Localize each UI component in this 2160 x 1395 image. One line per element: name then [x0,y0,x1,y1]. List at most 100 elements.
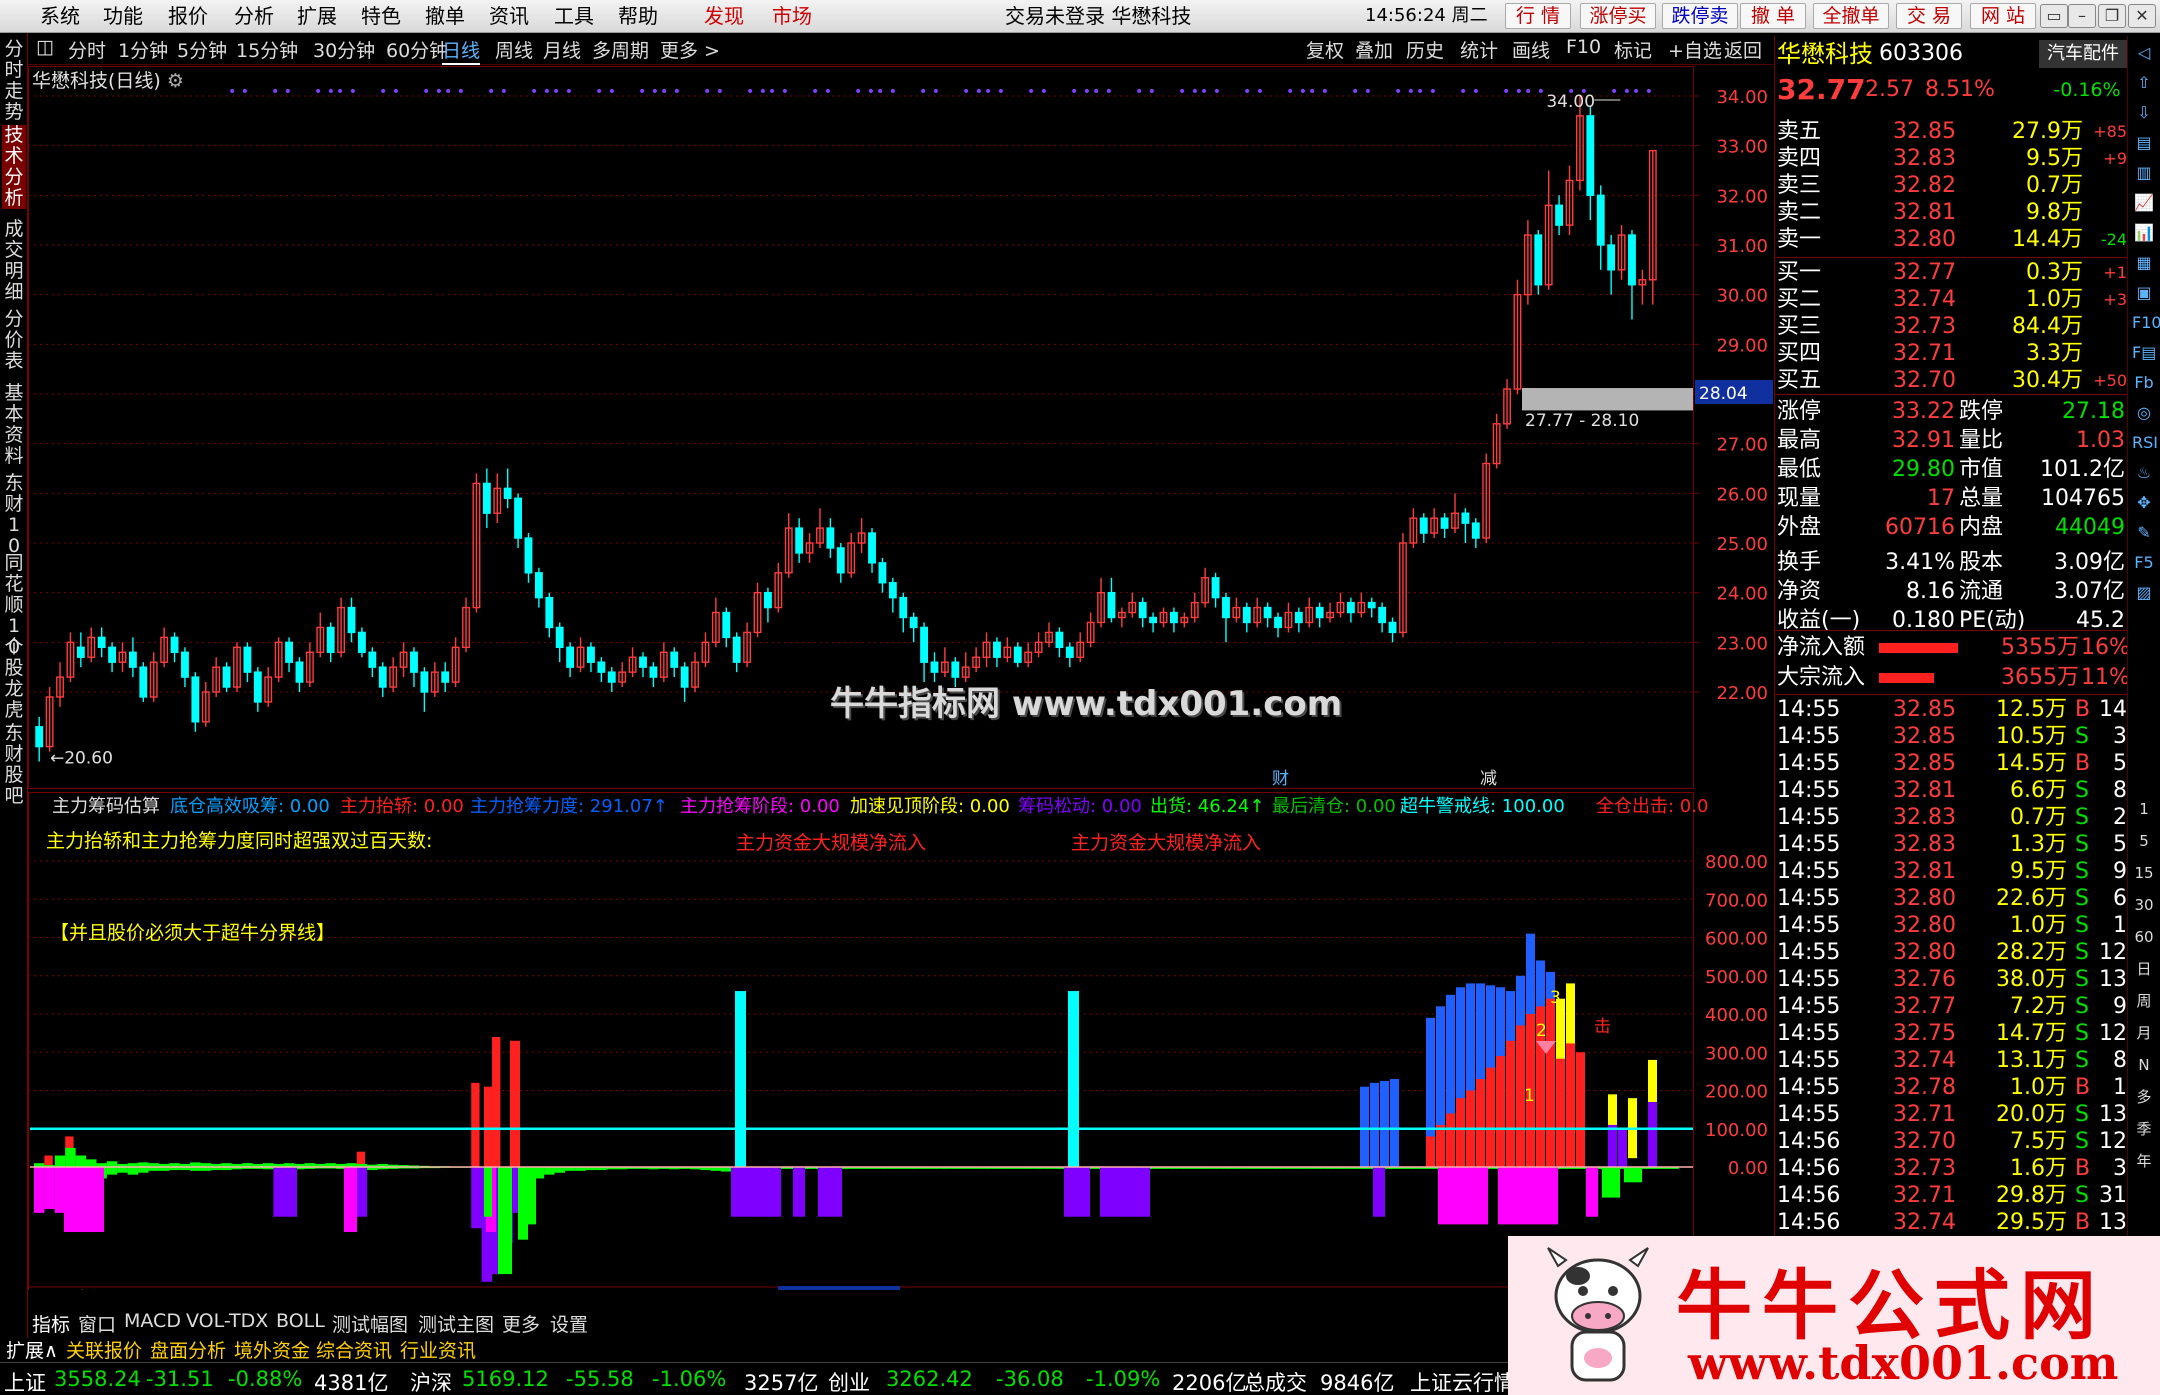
indicator-tab-7[interactable]: 更多 [502,1310,540,1337]
status-item-15[interactable]: 总成交 [1244,1367,1307,1395]
tool-2[interactable]: 历史 [1406,36,1444,63]
tool-8[interactable]: 返回 [1724,36,1762,63]
left-tab-0[interactable]: 分时走势 [2,39,26,123]
side-tool-icon-6[interactable]: 📊 [2132,222,2156,244]
side-tool-icon-2[interactable]: ⇩ [2132,102,2156,124]
period-tab-6[interactable]: 日线 [442,36,481,65]
menu-item-9[interactable]: 帮助 [618,3,658,29]
side-tool-icon-16[interactable]: ✎ [2132,522,2156,544]
side-tool-icon-5[interactable]: 📈 [2132,192,2156,214]
ask-row-0[interactable]: 卖五 32.85 27.9万 +85 [1775,118,2128,146]
restore-icon[interactable]: ❐ [2098,4,2126,28]
side-tool-icon-8[interactable]: ▣ [2132,282,2156,304]
bid-row-2[interactable]: 买三 32.73 84.4万 [1775,313,2128,341]
period-tab-5[interactable]: 60分钟 [386,36,448,63]
settings-icon[interactable]: ⚙ [167,70,184,92]
period-tab-8[interactable]: 月线 [543,36,581,63]
menu-item-0[interactable]: 系统 [40,3,80,29]
banner-ad[interactable]: 牛牛公式网 www.tdx001.com [1508,1236,2160,1395]
menu-item-1[interactable]: 功能 [103,3,143,29]
extension-tab-1[interactable]: 关联报价 [66,1336,142,1363]
indicator-tab-5[interactable]: 测试幅图 [332,1310,408,1337]
side-tool-icon-7[interactable]: ▦ [2132,252,2156,274]
left-tab-8[interactable]: 东财股吧 [2,723,26,807]
side-tool-icon-28[interactable]: 多 [2132,1086,2156,1108]
tool-0[interactable]: 复权 [1306,36,1344,63]
quick-button-1[interactable]: 涨停买 [1580,3,1656,29]
side-tool-icon-0[interactable]: ◁ [2132,42,2156,64]
indicator-tab-1[interactable]: 窗口 [78,1310,116,1337]
status-item-0[interactable]: 上证 [4,1367,46,1395]
menu-item-7[interactable]: 资讯 [489,3,529,29]
indicator-tab-8[interactable]: 设置 [550,1310,588,1337]
left-tab-5[interactable]: 东财10 [2,473,26,557]
menu-item-2[interactable]: 报价 [168,3,208,29]
side-tool-icon-19[interactable]: 1 [2132,798,2156,820]
left-tab-1[interactable]: 技术分析 [2,125,26,209]
side-tool-icon-29[interactable]: 季 [2132,1118,2156,1140]
minimize-icon[interactable]: – [2068,4,2096,28]
side-tool-icon-21[interactable]: 15 [2132,862,2156,884]
extension-tab-0[interactable]: 扩展∧ [6,1336,58,1363]
quick-button-3[interactable]: 撤 单 [1740,3,1806,29]
side-tool-icon-22[interactable]: 30 [2132,894,2156,916]
left-tab-4[interactable]: 基本资料 [2,383,26,467]
side-tool-icon-9[interactable]: F10 [2132,312,2160,334]
period-tab-0[interactable]: 分时 [68,36,106,63]
ask-row-4[interactable]: 卖一 32.80 14.4万 -24 [1775,226,2128,254]
bid-row-3[interactable]: 买四 32.71 3.3万 [1775,340,2128,368]
bid-row-4[interactable]: 买五 32.70 30.4万 +50 [1775,367,2128,395]
tool-5[interactable]: F10 [1566,36,1601,58]
quick-button-6[interactable]: 网 站 [1970,3,2036,29]
extension-tab-2[interactable]: 盘面分析 [150,1336,226,1363]
left-tab-7[interactable]: 个股龙虎 [2,637,26,721]
menu-item-highlight-0[interactable]: 发现 [704,3,744,29]
extension-tab-5[interactable]: 行业资讯 [400,1336,476,1363]
menu-item-4[interactable]: 扩展 [297,3,337,29]
side-tool-icon-10[interactable]: F▤ [2132,342,2156,364]
period-tab-1[interactable]: 1分钟 [118,36,168,63]
period-tab-9[interactable]: 多周期 [592,36,649,63]
menu-item-6[interactable]: 撤单 [425,3,465,29]
bid-row-0[interactable]: 买一 32.77 0.3万 +1 [1775,259,2128,287]
period-tab-2[interactable]: 5分钟 [177,36,227,63]
quick-button-5[interactable]: 交 易 [1896,3,1962,29]
period-tab-3[interactable]: 15分钟 [236,36,298,63]
indicator-tab-3[interactable]: VOL-TDX [186,1310,268,1332]
indicator-tab-2[interactable]: MACD [124,1310,181,1332]
indicator-tab-6[interactable]: 测试主图 [418,1310,494,1337]
side-tool-icon-27[interactable]: N [2132,1054,2156,1076]
tool-4[interactable]: 画线 [1512,36,1550,63]
extension-tab-4[interactable]: 综合资讯 [316,1336,392,1363]
tool-7[interactable]: +自选 [1668,36,1722,63]
menu-item-3[interactable]: 分析 [234,3,274,29]
indicator-tab-0[interactable]: 指标 [32,1310,70,1337]
side-tool-icon-11[interactable]: Fb [2132,372,2156,394]
quick-button-2[interactable]: 跌停卖 [1662,3,1738,29]
side-tool-icon-15[interactable]: ✥ [2132,492,2156,514]
menu-item-5[interactable]: 特色 [361,3,401,29]
side-tool-icon-30[interactable]: 年 [2132,1150,2156,1172]
period-tab-4[interactable]: 30分钟 [313,36,375,63]
side-tool-icon-25[interactable]: 周 [2132,990,2156,1012]
close-icon[interactable]: ✕ [2128,4,2156,28]
menu-item-8[interactable]: 工具 [554,3,594,29]
menu-item-highlight-1[interactable]: 市场 [772,3,812,29]
ask-row-3[interactable]: 卖二 32.81 9.8万 [1775,199,2128,227]
side-tool-icon-26[interactable]: 月 [2132,1022,2156,1044]
panel-toggle-icon[interactable]: ◫ [36,36,54,58]
period-tab-10[interactable]: 更多 > [660,36,720,63]
tool-1[interactable]: 叠加 [1355,36,1393,63]
quick-button-0[interactable]: 行 情 [1505,3,1571,29]
side-tool-icon-12[interactable]: ◎ [2132,402,2156,424]
status-item-5[interactable]: 沪深 [410,1367,452,1395]
quick-button-4[interactable]: 全撤单 [1813,3,1889,29]
side-tool-icon-13[interactable]: RSI [2132,432,2158,454]
side-tool-icon-18[interactable]: ▨ [2132,582,2156,604]
sector-label[interactable]: 汽车配件 [2039,40,2127,68]
extension-tab-3[interactable]: 境外资金 [234,1336,310,1363]
ask-row-1[interactable]: 卖四 32.83 9.5万 +9 [1775,145,2128,173]
period-tab-7[interactable]: 周线 [495,36,533,63]
side-tool-icon-20[interactable]: 5 [2132,830,2156,852]
side-tool-icon-24[interactable]: 日 [2132,958,2156,980]
